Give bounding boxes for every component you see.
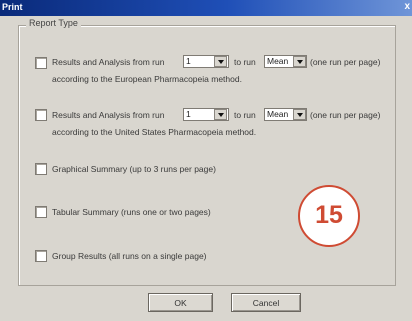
ep-run-from-dropdown-icon[interactable]	[214, 56, 227, 67]
report-type-legend: Report Type	[26, 18, 81, 28]
cancel-button[interactable]: Cancel	[231, 293, 301, 312]
ep-to-run-label: to run	[234, 57, 256, 67]
tabular-summary-label: Tabular Summary (runs one or two pages)	[52, 207, 211, 217]
window-title: Print	[2, 2, 23, 12]
usp-to-run-label: to run	[234, 110, 256, 120]
ep-method-label: according to the European Pharmacopeia m…	[52, 74, 242, 84]
usp-method-label: according to the United States Pharmacop…	[52, 127, 257, 137]
ep-results-checkbox[interactable]	[35, 57, 47, 69]
usp-run-from-dropdown-icon[interactable]	[214, 109, 227, 120]
ok-button[interactable]: OK	[148, 293, 213, 312]
group-results-label: Group Results (all runs on a single page…	[52, 251, 207, 261]
print-dialog: Print x Report Type Results and Analysis…	[0, 0, 412, 321]
ep-run-to-dropdown-icon[interactable]	[293, 56, 306, 67]
tabular-summary-checkbox[interactable]	[35, 206, 47, 218]
title-bar[interactable]: Print x	[0, 0, 412, 16]
group-results-checkbox[interactable]	[35, 250, 47, 262]
usp-run-to-dropdown-icon[interactable]	[293, 109, 306, 120]
close-icon[interactable]: x	[404, 1, 410, 12]
ep-per-page-label: (one run per page)	[310, 57, 381, 67]
usp-per-page-label: (one run per page)	[310, 110, 381, 120]
usp-results-checkbox[interactable]	[35, 109, 47, 121]
ep-results-label: Results and Analysis from run	[52, 57, 165, 67]
graphical-summary-label: Graphical Summary (up to 3 runs per page…	[52, 164, 216, 174]
graphical-summary-checkbox[interactable]	[35, 163, 47, 175]
callout-number-badge: 15	[298, 185, 360, 247]
usp-results-label: Results and Analysis from run	[52, 110, 165, 120]
